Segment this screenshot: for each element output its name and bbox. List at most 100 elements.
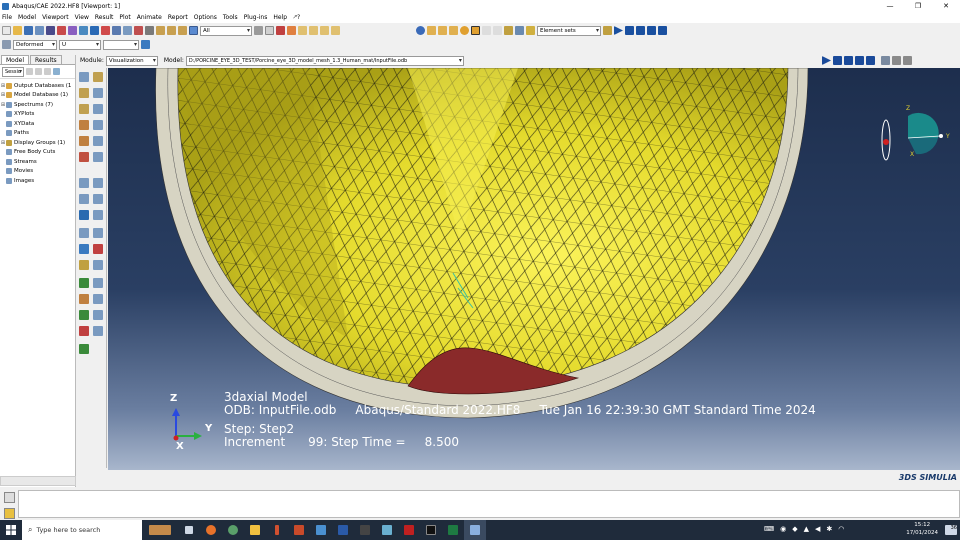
shaded-icon[interactable] xyxy=(427,26,436,35)
measure-icon[interactable] xyxy=(79,344,89,354)
tree-item-xydata[interactable]: XYData xyxy=(0,119,75,129)
field-component-combo[interactable] xyxy=(103,39,139,50)
tray-app-icon[interactable]: ◉ xyxy=(780,525,786,533)
minimize-button[interactable]: — xyxy=(876,0,904,12)
menu-viewport[interactable]: Viewport xyxy=(42,14,69,21)
powerpoint-icon[interactable] xyxy=(288,520,310,540)
fit-view-icon[interactable] xyxy=(123,26,132,35)
viewport-canvas[interactable]: Z Y X Z Y X 3daxial Model ODB: InputFile… xyxy=(108,68,960,470)
tree-item-movies[interactable]: Movies xyxy=(0,167,75,177)
report-icon[interactable] xyxy=(79,244,89,254)
restore-button[interactable]: ❐ xyxy=(904,0,932,12)
animate-time-icon[interactable] xyxy=(93,260,103,270)
xy-data-icon[interactable] xyxy=(79,178,89,188)
cycle-view-icon[interactable] xyxy=(134,26,143,35)
close-button[interactable]: ✕ xyxy=(932,0,960,12)
play-icon[interactable] xyxy=(614,26,623,35)
add-icon[interactable] xyxy=(309,26,318,35)
terminal-icon[interactable] xyxy=(420,520,442,540)
session-combo[interactable]: Sessio xyxy=(2,66,24,77)
feature-edges-icon[interactable] xyxy=(471,26,480,35)
display-group-icon[interactable] xyxy=(287,26,296,35)
pen-app-icon[interactable] xyxy=(266,520,288,540)
menu-help[interactable]: Help xyxy=(273,14,287,21)
display-group-manager-icon[interactable] xyxy=(93,278,103,288)
menu-tools[interactable]: Tools xyxy=(223,14,238,21)
taskbar-clock[interactable]: 15:12 17/01/2024 xyxy=(906,521,938,537)
table-icon[interactable] xyxy=(515,26,524,35)
select-options-icon[interactable] xyxy=(254,26,263,35)
menu-report[interactable]: Report xyxy=(168,14,188,21)
display-group-create-icon[interactable] xyxy=(79,278,89,288)
view-iso-icon[interactable] xyxy=(178,26,187,35)
view-cut-icon[interactable] xyxy=(79,228,89,238)
zoom-box-icon[interactable] xyxy=(101,26,110,35)
wireframe-icon[interactable] xyxy=(438,26,447,35)
plot-options-icon[interactable] xyxy=(93,120,103,130)
undeformed-icon[interactable] xyxy=(79,72,89,82)
free-body-cut-icon[interactable] xyxy=(79,310,89,320)
element-sets-combo[interactable]: Element sets xyxy=(537,25,601,36)
volume-icon[interactable]: ◀ xyxy=(815,525,820,533)
xy-plot-icon[interactable] xyxy=(93,178,103,188)
path-create-icon[interactable] xyxy=(79,210,89,220)
menu-model[interactable]: Model xyxy=(18,14,36,21)
deformed-shape-icon[interactable] xyxy=(93,72,103,82)
open-icon[interactable] xyxy=(13,26,22,35)
material-orientation-icon[interactable] xyxy=(93,104,103,114)
tab-results[interactable]: Results xyxy=(30,55,62,64)
tree-item-paths[interactable]: Paths xyxy=(0,129,75,139)
network-icon[interactable]: ▲ xyxy=(804,525,809,533)
stream-tool-icon[interactable] xyxy=(93,310,103,320)
hidden-line-icon[interactable] xyxy=(449,26,458,35)
record-icon[interactable] xyxy=(57,26,66,35)
open-odb-icon[interactable] xyxy=(35,26,44,35)
wifi-icon[interactable]: ◠ xyxy=(838,525,844,533)
message-area[interactable] xyxy=(18,490,960,518)
undo-view-icon[interactable] xyxy=(482,26,491,35)
layer-icon[interactable] xyxy=(93,326,103,336)
new-file-icon[interactable] xyxy=(2,26,11,35)
tray-app2-icon[interactable]: ◆ xyxy=(792,525,797,533)
box-select-icon[interactable] xyxy=(265,26,274,35)
select-icon[interactable] xyxy=(79,26,88,35)
replace-icon[interactable] xyxy=(298,26,307,35)
view-cut-manager-icon[interactable] xyxy=(93,228,103,238)
deformed-combo[interactable]: Deformed xyxy=(13,39,57,50)
tree-item-output-databases[interactable]: ⊞ Output Databases (1 xyxy=(0,81,75,91)
excel-icon[interactable] xyxy=(442,520,464,540)
menu-file[interactable]: File xyxy=(2,14,12,21)
animate-prev-icon[interactable] xyxy=(844,56,853,65)
tab-model[interactable]: Model xyxy=(1,55,30,64)
remove-select-icon[interactable] xyxy=(276,26,285,35)
overlay-plot-icon[interactable] xyxy=(93,294,103,304)
abaqus-taskbar-icon[interactable] xyxy=(464,520,486,540)
collapse-icon[interactable] xyxy=(26,68,33,75)
xy-options-icon[interactable] xyxy=(79,194,89,204)
pointer-icon[interactable] xyxy=(189,26,198,35)
camera-icon[interactable] xyxy=(892,56,901,65)
contour-plot-icon[interactable] xyxy=(79,120,89,130)
start-button[interactable] xyxy=(0,520,22,540)
sticky-app-icon[interactable] xyxy=(376,520,398,540)
search-highlight-icon[interactable] xyxy=(142,520,178,540)
tree-item-model-database[interactable]: ⊞ Model Database (1) xyxy=(0,91,75,101)
message-area-icon[interactable] xyxy=(4,492,15,503)
menu-view[interactable]: View xyxy=(75,14,89,21)
save-icon[interactable] xyxy=(24,26,33,35)
remove-icon[interactable] xyxy=(320,26,329,35)
acrobat-icon[interactable] xyxy=(398,520,420,540)
chart-options-icon[interactable] xyxy=(93,194,103,204)
highlight-icon[interactable] xyxy=(53,68,60,75)
view-sep-icon[interactable] xyxy=(145,26,154,35)
module-combo[interactable]: Visualization xyxy=(105,55,158,66)
print-icon[interactable] xyxy=(46,26,55,35)
color-code-tool-icon[interactable] xyxy=(79,294,89,304)
taskbar-search[interactable]: ⌕ Type here to search xyxy=(22,520,142,540)
info-icon[interactable] xyxy=(416,26,425,35)
menu-result[interactable]: Result xyxy=(95,14,114,21)
last-frame-icon[interactable] xyxy=(658,26,667,35)
split-view-icon[interactable] xyxy=(881,56,890,65)
menu-plot[interactable]: Plot xyxy=(119,14,130,21)
file-explorer-icon[interactable] xyxy=(244,520,266,540)
